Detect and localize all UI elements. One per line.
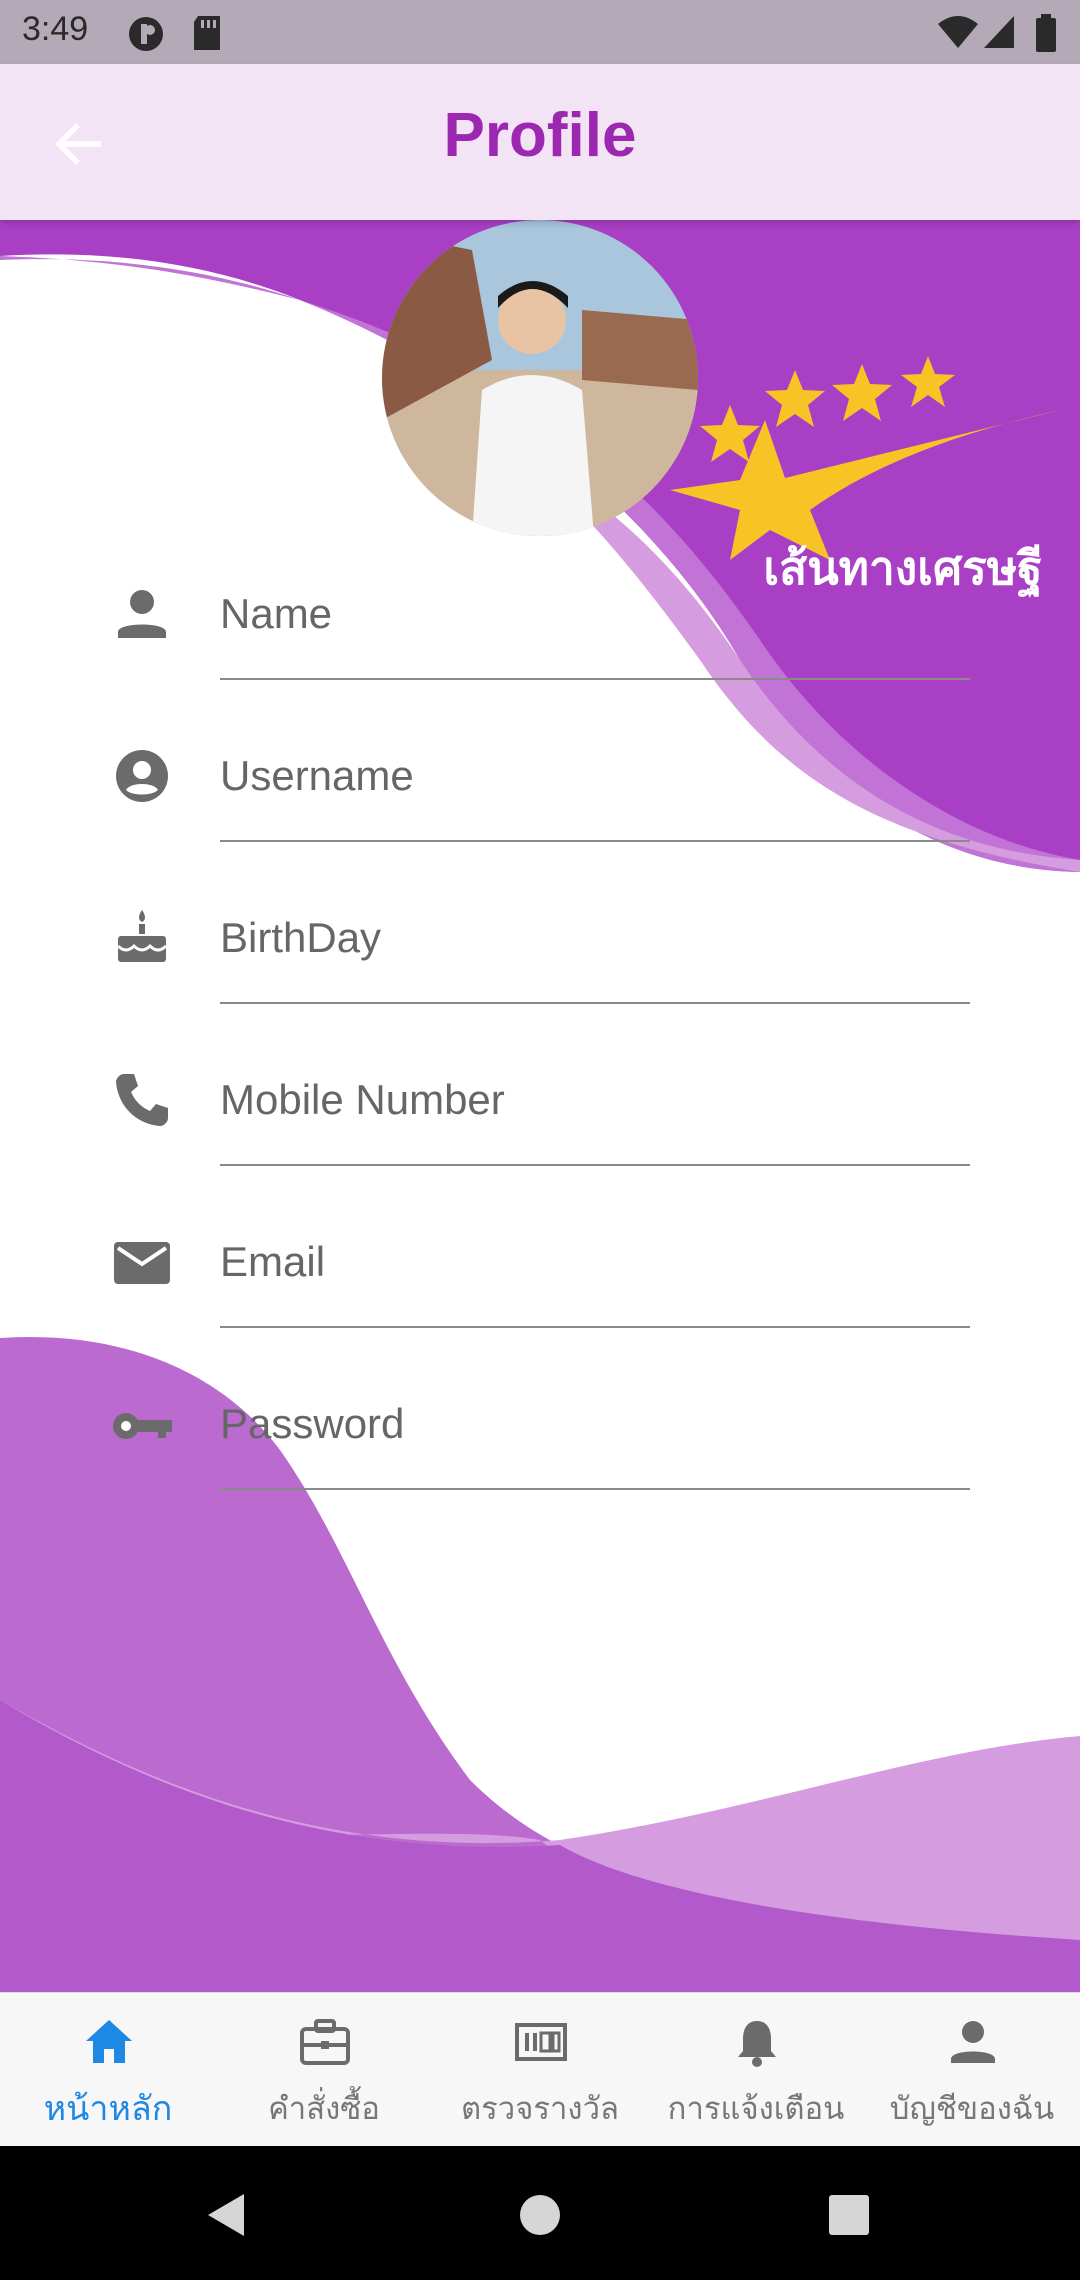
home-icon xyxy=(86,2020,132,2063)
app-bar: Profile xyxy=(0,64,1080,220)
name-label: Name xyxy=(220,590,333,637)
mobile-number-label: Mobile Number xyxy=(220,1076,505,1123)
password-field[interactable]: Password xyxy=(110,1364,970,1526)
system-navigation-bar xyxy=(0,2146,1080,2280)
email-field[interactable]: Email xyxy=(110,1202,970,1364)
person-icon xyxy=(118,590,166,638)
battery-icon xyxy=(1036,14,1056,52)
nav-item-notifications[interactable]: การแจ้งเตือน xyxy=(648,1993,864,2147)
system-back-icon[interactable] xyxy=(202,2190,252,2240)
password-label: Password xyxy=(220,1400,405,1447)
nav-label-home: หน้าหลัก xyxy=(43,2089,173,2129)
account-circle-icon xyxy=(116,750,168,802)
birthday-field[interactable]: BirthDay xyxy=(110,878,970,1040)
nav-item-orders[interactable]: คำสั่งซื้อ xyxy=(216,1993,432,2147)
password-underline xyxy=(220,1488,970,1490)
account-icon xyxy=(951,2021,995,2063)
birthday-underline xyxy=(220,1002,970,1004)
nav-item-my-account[interactable]: บัญชีของฉัน xyxy=(864,1993,1080,2147)
nav-label-my-account: บัญชีของฉัน xyxy=(889,2091,1055,2127)
nav-item-check-results[interactable]: ตรวจรางวัล xyxy=(432,1993,648,2147)
bottom-navigation: หน้าหลัก คำสั่งซื้อ ตรวจรางวัล การแจ้งเต… xyxy=(0,1992,1080,2147)
brand-logo-text: เส้นทางเศรษฐี xyxy=(763,541,1043,595)
username-field[interactable]: Username xyxy=(110,716,970,878)
nav-label-notifications: การแจ้งเตือน xyxy=(667,2091,845,2127)
mobile-number-underline xyxy=(220,1164,970,1166)
profile-photo xyxy=(382,220,698,536)
nav-item-home[interactable]: หน้าหลัก xyxy=(0,1993,216,2147)
ticket-icon xyxy=(515,2023,567,2061)
mobile-number-field[interactable]: Mobile Number xyxy=(110,1040,970,1202)
wifi-icon xyxy=(938,16,978,48)
briefcase-icon xyxy=(300,2019,350,2065)
nav-label-orders: คำสั่งซื้อ xyxy=(268,2091,380,2127)
system-recents-icon[interactable] xyxy=(826,2192,872,2238)
sd-card-icon xyxy=(194,16,220,50)
username-underline xyxy=(220,840,970,842)
page-title: Profile xyxy=(443,101,637,170)
nav-label-check-results: ตรวจรางวัล xyxy=(461,2091,619,2127)
birthday-label: BirthDay xyxy=(220,914,382,961)
cake-icon xyxy=(116,910,168,962)
email-icon xyxy=(114,1242,170,1284)
vpn-status-icon xyxy=(129,17,163,51)
status-bar: 3:49 xyxy=(0,0,1080,64)
system-home-icon[interactable] xyxy=(515,2190,565,2240)
bell-icon xyxy=(738,2021,776,2067)
phone-icon xyxy=(116,1074,168,1126)
email-underline xyxy=(220,1326,970,1328)
email-label: Email xyxy=(220,1238,326,1285)
cell-signal-icon xyxy=(984,16,1014,48)
status-time: 3:49 xyxy=(22,10,89,48)
profile-avatar[interactable] xyxy=(382,220,698,536)
name-underline xyxy=(220,678,970,680)
key-icon xyxy=(113,1413,172,1439)
username-label: Username xyxy=(220,752,414,799)
